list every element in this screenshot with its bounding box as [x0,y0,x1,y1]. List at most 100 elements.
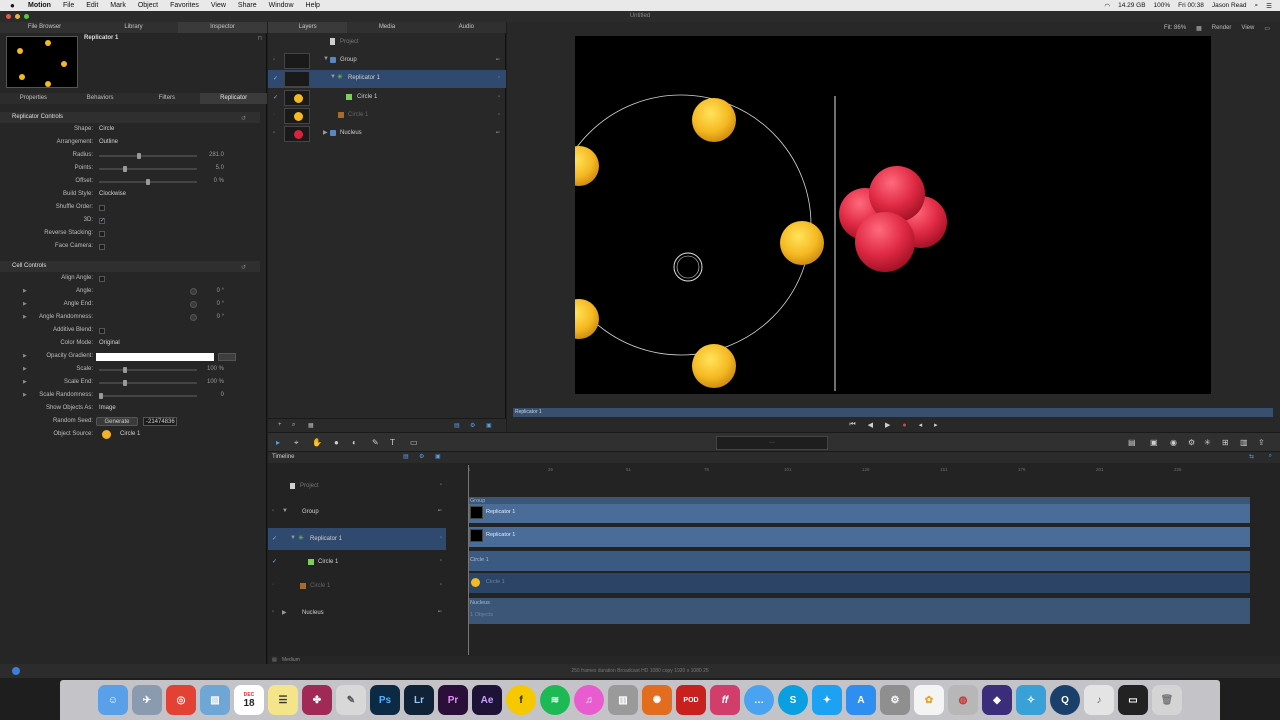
disclosure-icon[interactable]: ▼ [282,508,288,514]
align-angle-checkbox[interactable] [99,276,105,282]
filters-icon[interactable]: ◉ [1170,438,1177,447]
shuffle-order-checkbox[interactable] [99,205,105,211]
apple-icon[interactable]: ● [10,1,20,10]
angle-randomness-dial[interactable] [190,314,197,321]
pixel-icon[interactable]: ✧ [1016,685,1046,715]
angle-end-value[interactable]: 0 ° [217,301,224,307]
replicator-controls-header[interactable]: Replicator Controls ↺ [0,112,260,123]
app-store-icon[interactable]: A [846,685,876,715]
messages-icon[interactable]: … [744,685,774,715]
timeline-bar-replicator-selected[interactable]: Replicator 1 [468,527,1250,547]
layer-project[interactable]: Project [268,36,506,48]
row-checkbox[interactable]: ◦ [272,609,274,615]
ff-icon[interactable]: ff [710,685,740,715]
after-effects-icon[interactable]: Ae [472,685,502,715]
offset-slider[interactable] [99,179,197,185]
premiere-icon[interactable]: Pr [438,685,468,715]
cell-controls-header[interactable]: Cell Controls ↺ [0,261,260,272]
lightroom-icon[interactable]: Lr [404,685,434,715]
disclosure-icon[interactable]: ▶ [23,288,27,294]
disclosure-icon[interactable]: ▶ [323,129,328,136]
timeline-bar-group[interactable]: Group Replicator 1 [468,497,1250,523]
replicator-cell[interactable] [575,146,599,186]
calendar-icon[interactable]: DEC 18 [234,685,264,715]
menu-app[interactable]: Motion [28,2,51,9]
disclosure-icon[interactable]: ▶ [282,609,287,616]
pixelmator-icon[interactable]: ✺ [642,685,672,715]
timeline-bar-replicator[interactable]: Replicator 1 [468,504,1250,523]
view-menu[interactable]: View [1241,25,1254,32]
menu-share[interactable]: Share [238,2,257,9]
pod-farm-icon[interactable]: POD [676,685,706,715]
row-checkbox[interactable]: ◦ [272,582,274,588]
timeline-row-nucleus[interactable]: ◦ ▶ Nucleus ▪▫ [268,602,446,624]
minimize-icon[interactable] [15,14,20,19]
playhead[interactable] [468,465,469,655]
add-icon[interactable]: + [278,422,282,428]
row-lock-icon[interactable]: ▫ [440,482,442,488]
row-checkbox[interactable]: ◦ [272,508,274,514]
photos-icon[interactable]: ✿ [914,685,944,715]
points-value[interactable]: 5.0 [216,165,224,171]
scale-slider[interactable] [99,367,197,373]
chrome-icon[interactable]: ◎ [166,685,196,715]
scale-value[interactable]: 100 % [207,366,224,372]
twitter-icon[interactable]: ✦ [812,685,842,715]
share-icon[interactable]: ⇪ [1258,438,1265,447]
layer-row-nucleus[interactable]: ◦ ▶ Nucleus ▪▫ [268,125,506,143]
face-camera-checkbox[interactable] [99,244,105,250]
timeline-bar-circle[interactable]: Circle 1 [468,551,1250,571]
new-group-icon[interactable]: ▤ [454,422,460,429]
menu-object[interactable]: Object [138,2,158,9]
pencil-icon[interactable]: ✎ [336,685,366,715]
replicator-outline[interactable] [575,94,812,356]
shape-tool-icon[interactable]: ● [334,438,339,447]
disclosure-icon[interactable]: ▶ [23,392,27,398]
layer-row-circle-source[interactable]: ◦ Circle 1 ▫ [268,107,506,125]
menu-favorites[interactable]: Favorites [170,2,199,9]
timeline-row-replicator[interactable]: ✓ ▼ ✳ Replicator 1 ▫ [268,528,446,550]
layer-checkbox[interactable]: ◦ [273,130,279,136]
layer-row-group[interactable]: ◦ ▼ Group ▪▫ [268,52,506,70]
scale-end-slider[interactable] [99,380,197,386]
object-source-thumbnail[interactable] [102,430,111,439]
layer-lock-icon[interactable]: ▫ [498,94,500,100]
angle-value[interactable]: 0 ° [217,288,224,294]
clock[interactable]: Fri 00:38 [1178,2,1204,9]
slider-knob[interactable] [99,393,103,399]
track-size-select[interactable]: Medium [282,657,300,663]
user-name[interactable]: Jason Read [1212,2,1247,9]
add-filter-icon[interactable]: ▣ [486,422,492,429]
step-forward-icon[interactable]: ▸ [934,421,938,429]
replicator-center-handle[interactable] [673,252,703,282]
opacity-gradient-bar[interactable] [96,353,214,361]
notes-icon[interactable]: ☰ [268,685,298,715]
angle-end-dial[interactable] [190,301,197,308]
layer-checkbox[interactable]: ◦ [273,112,279,118]
compressor-icon[interactable]: ▥ [608,685,638,715]
gradient-preset-button[interactable] [218,353,236,361]
timeline-view-icon[interactable]: ▤ [403,453,409,460]
tab-filters[interactable]: Filters [134,93,201,104]
wifi-icon[interactable]: ◠ [1104,2,1110,10]
select-tool-icon[interactable]: ▸ [276,438,280,447]
search-icon[interactable]: ⌕ [292,422,295,429]
itunes-icon[interactable]: ♫ [574,685,604,715]
vectorize-icon[interactable]: ◆ [982,685,1012,715]
disclosure-icon[interactable]: ▶ [23,379,27,385]
pin-icon[interactable]: ⊓ [257,35,262,42]
row-checkbox[interactable]: ✓ [272,558,277,565]
layer-lock-icon[interactable]: ▪▫ [496,57,500,63]
slider-knob[interactable] [136,153,141,159]
add-behavior-icon[interactable]: ⚙ [470,422,475,429]
scale-randomness-value[interactable]: 0 [221,392,224,398]
layer-checkbox[interactable]: ✓ [273,75,279,82]
step-back-icon[interactable]: ◀ [868,421,873,429]
color-channels-icon[interactable]: ▦ [1196,25,1202,32]
disclosure-icon[interactable]: ▶ [23,314,27,320]
tab-media[interactable]: Media [347,22,426,33]
layer-checkbox[interactable]: ◦ [273,57,279,63]
thumbnail-toggle-icon[interactable]: ▦ [308,422,314,429]
zoom-icon[interactable] [24,14,29,19]
replicator-center-handle-inner[interactable] [676,255,700,279]
